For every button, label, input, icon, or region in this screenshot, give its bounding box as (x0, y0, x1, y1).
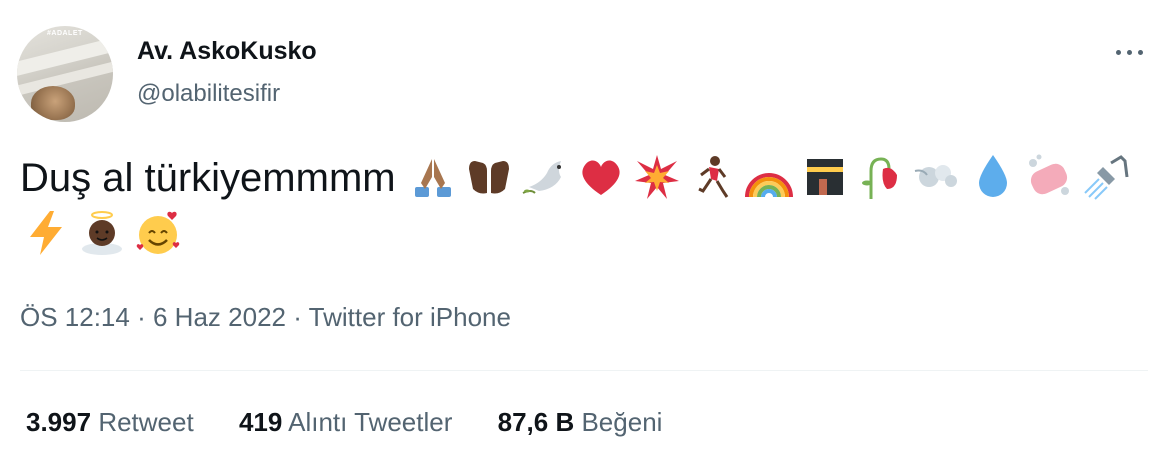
running-woman-icon (689, 153, 737, 201)
soap-icon (1025, 153, 1073, 201)
high-voltage-icon (22, 209, 70, 257)
likes-stat[interactable]: 87,6 B Beğeni (498, 407, 663, 438)
display-name[interactable]: Av. AskoKusko (137, 37, 317, 66)
baby-angel-icon (78, 209, 126, 257)
tweet-date[interactable]: 6 Haz 2022 (153, 302, 286, 332)
retweets-stat[interactable]: 3.997 Retweet (26, 407, 194, 438)
avatar[interactable]: #ADALET (17, 26, 113, 122)
avatar-text: #ADALET (47, 30, 83, 37)
red-heart-icon (577, 153, 625, 201)
rainbow-icon (744, 153, 793, 201)
tweet-time[interactable]: ÖS 12:14 (20, 302, 130, 332)
tweet-stats: 3.997 Retweet 419 Alıntı Tweetler 87,6 B… (26, 407, 700, 438)
tweet-metadata: ÖS 12:14 · 6 Haz 2022 · Twitter for iPho… (20, 302, 511, 333)
kaaba-icon (801, 153, 849, 201)
likes-label: Beğeni (581, 407, 663, 437)
quotes-label: Alıntı Tweetler (288, 407, 453, 437)
smiling-face-with-hearts-icon (134, 209, 182, 257)
wilted-flower-icon (857, 153, 905, 201)
user-handle[interactable]: @olabilitesifir (137, 80, 280, 108)
retweets-count: 3.997 (26, 407, 92, 437)
tweet-source-link[interactable]: Twitter for iPhone (309, 302, 511, 332)
separator: · (293, 302, 302, 332)
likes-count: 87,6 B (497, 407, 575, 437)
open-hands-icon (465, 153, 513, 201)
shower-icon (1081, 153, 1129, 201)
more-options-button[interactable] (1112, 40, 1148, 64)
droplet-icon (969, 153, 1017, 201)
retweets-label: Retweet (98, 407, 194, 437)
dashing-away-icon (913, 153, 961, 201)
tweet-text: Duş al türkiyemmmm (20, 150, 1150, 262)
folded-hands-icon (409, 153, 457, 201)
collision-icon (633, 153, 681, 201)
tweet: #ADALET Av. AskoKusko @olabilitesifir Du… (0, 0, 1168, 472)
divider (20, 370, 1148, 371)
quotes-count: 419 (238, 407, 283, 437)
separator: · (137, 302, 146, 332)
dove-icon (521, 153, 569, 201)
tweet-text-content: Duş al türkiyemmmm (20, 156, 396, 200)
quotes-stat[interactable]: 419 Alıntı Tweetler (239, 407, 452, 438)
